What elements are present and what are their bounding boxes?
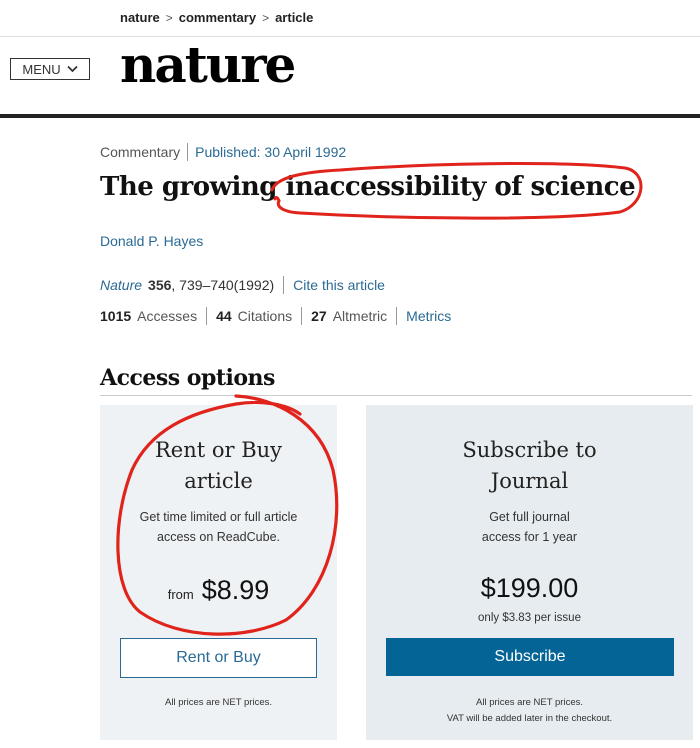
metrics-bar: 1015 Accesses 44 Citations 27 Altmetric … [100,307,451,325]
author-link[interactable]: Donald P. Hayes [100,233,203,249]
pages: , 739–740(1992) [171,277,275,293]
subscribe-price: $199.00 [366,573,693,604]
per-issue-price: only $3.83 per issue [478,612,581,624]
accesses-count: 1015 [100,308,132,324]
published-date: Published: 30 April 1992 [195,144,347,160]
subscribe-card-description: Get full journal access for 1 year [366,507,693,547]
subscribe-price-value: $199.00 [480,573,579,603]
divider [301,307,303,325]
divider [187,143,189,161]
rent-card-description: Get time limited or full article access … [100,507,337,547]
subscribe-desc-line2: access for 1 year [481,530,578,544]
rent-or-buy-button[interactable]: Rent or Buy [120,638,317,678]
subscribe-note-line2: VAT will be added later in the checkout. [446,713,613,724]
access-options-heading: Access options [100,365,275,391]
metrics-link[interactable]: Metrics [406,308,451,324]
rent-desc-line2: access on ReadCube. [157,530,280,544]
article-meta: Commentary Published: 30 April 1992 [100,143,346,161]
subscribe-button[interactable]: Subscribe [386,638,674,676]
subscribe-note-line1: All prices are NET prices. [476,697,583,708]
from-label: from [167,587,194,602]
section-rule [100,395,692,396]
citations-label: Citations [237,308,293,324]
divider [283,276,285,294]
breadcrumb: nature > commentary > article [120,10,313,25]
menu-label: MENU [22,61,61,77]
subscribe-desc-line1: Get full journal [489,510,570,524]
subscribe-title-line1: Subscribe to [462,438,597,462]
citation: Nature 356 , 739–740(1992) Cite this art… [100,276,385,294]
article-title: The growing inaccessibility of science [100,172,636,202]
nature-logo[interactable]: nature [120,40,296,90]
breadcrumb-article[interactable]: article [275,10,313,25]
citations-count: 44 [216,308,232,324]
rent-or-buy-card: Rent or Buy article Get time limited or … [100,405,337,740]
divider [396,307,398,325]
header-rule [0,114,700,118]
rent-price: from $8.99 [100,575,337,606]
accesses-label: Accesses [137,308,198,324]
divider [206,307,208,325]
volume: 356 [148,277,172,293]
menu-button[interactable]: MENU [10,58,90,80]
rent-title-line1: Rent or Buy [154,438,283,462]
cite-article-link[interactable]: Cite this article [293,277,385,293]
subscribe-title-line2: Journal [490,469,569,493]
net-prices-note: All prices are NET prices. [165,697,272,708]
subscribe-card: Subscribe to Journal Get full journal ac… [366,405,693,740]
journal-name: Nature [100,277,143,293]
breadcrumb-commentary[interactable]: commentary [179,10,256,25]
altmetric-count: 27 [311,308,327,324]
altmetric-label: Altmetric [332,308,388,324]
rent-desc-line1: Get time limited or full article [139,510,298,524]
subscribe-note: All prices are NET prices. VAT will be a… [366,695,693,727]
breadcrumb-nature[interactable]: nature [120,10,160,25]
header-divider [0,36,700,37]
rent-card-title: Rent or Buy article [100,435,337,497]
article-type: Commentary [100,144,181,160]
rent-title-line2: article [184,469,253,493]
rent-price-value: $8.99 [201,575,270,605]
chevron-down-icon [67,65,78,73]
breadcrumb-separator: > [262,10,270,25]
subscribe-card-title: Subscribe to Journal [366,435,693,497]
breadcrumb-separator: > [165,10,173,25]
